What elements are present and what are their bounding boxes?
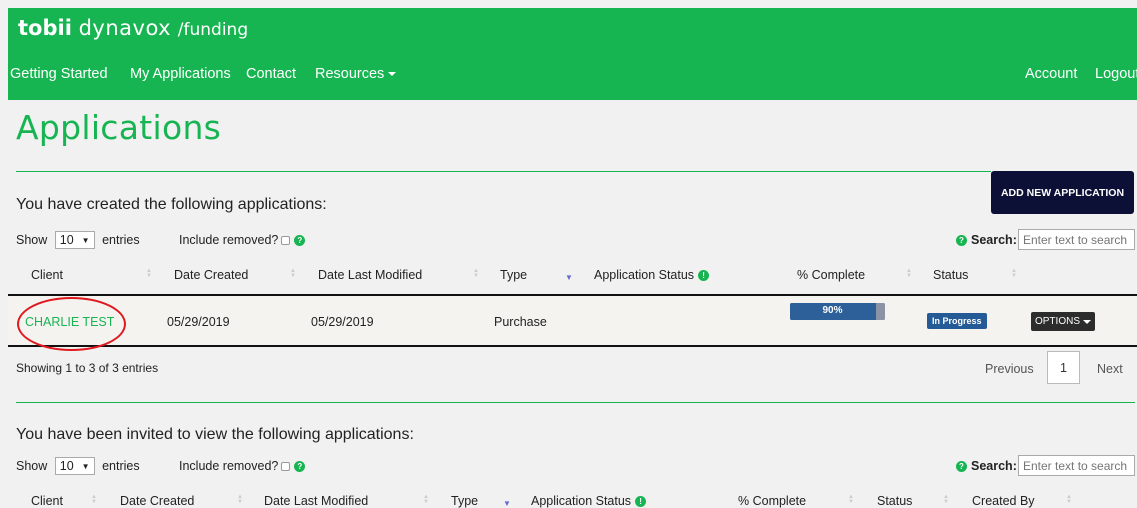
help-icon[interactable]: ? xyxy=(294,461,306,473)
sort-icon: ▲ ▼ xyxy=(423,494,429,505)
sort-icon: ▲ ▼ xyxy=(290,268,296,279)
brand-logo[interactable]: tobii dynavox /funding xyxy=(18,16,248,40)
sort-icon: ▲ ▼ xyxy=(237,494,243,505)
options-label: OPTIONS xyxy=(1034,316,1080,327)
help-icon[interactable]: ? xyxy=(956,235,967,247)
help-icon[interactable]: ? xyxy=(956,461,967,473)
show-label: Show xyxy=(16,233,48,247)
col-application-status-label: Application Status xyxy=(531,494,632,508)
include-removed-checkbox[interactable] xyxy=(281,462,291,472)
nav-resources[interactable]: Resources xyxy=(315,66,397,82)
nav-account[interactable]: Account xyxy=(1025,66,1077,82)
brand-bold: tobii xyxy=(18,16,72,40)
created-search-label: ? Search: xyxy=(956,233,1017,247)
sort-desc-icon: ▼ xyxy=(565,273,573,282)
col-client[interactable]: Client xyxy=(31,494,63,508)
pager-previous[interactable]: Previous xyxy=(985,362,1034,376)
sort-icon: ▲ ▼ xyxy=(1066,494,1072,505)
progress-label: 90% xyxy=(822,305,843,316)
sort-icon: ▲ ▼ xyxy=(1011,268,1017,279)
sort-icon: ▲ ▼ xyxy=(906,268,912,279)
status-badge: In Progress xyxy=(927,313,987,329)
col-application-status-label: Application Status xyxy=(594,268,695,282)
nav-my-applications[interactable]: My Applications xyxy=(130,66,231,82)
invited-include-removed: Include removed?? xyxy=(179,459,306,473)
section-divider xyxy=(16,402,1135,403)
row-date-modified: 05/29/2019 xyxy=(311,315,374,329)
col-application-status[interactable]: Application Status! xyxy=(594,268,710,282)
entries-select[interactable]: 10 ▼ xyxy=(54,457,95,475)
progress-bar: 90% xyxy=(790,303,885,320)
options-button[interactable]: OPTIONS xyxy=(1031,312,1095,331)
col-type[interactable]: Type xyxy=(500,268,527,282)
col-application-status[interactable]: Application Status! xyxy=(531,494,647,508)
select-arrow-icon: ▼ xyxy=(81,236,90,246)
nav-logout[interactable]: Logout xyxy=(1095,66,1137,82)
search-label: Search: xyxy=(971,459,1017,473)
pager-page-1[interactable]: 1 xyxy=(1047,351,1080,384)
col-date-created[interactable]: Date Created xyxy=(120,494,194,508)
page-title: Applications xyxy=(16,108,222,147)
col-percent-complete[interactable]: % Complete xyxy=(797,268,865,282)
info-icon[interactable]: ! xyxy=(698,270,710,282)
brand-suffix: /funding xyxy=(177,20,249,40)
col-percent-complete[interactable]: % Complete xyxy=(738,494,806,508)
col-created-by[interactable]: Created By xyxy=(972,494,1035,508)
sort-icon: ▲ ▼ xyxy=(91,494,97,505)
help-icon[interactable]: ? xyxy=(294,235,306,247)
entries-select[interactable]: 10 ▼ xyxy=(54,231,95,249)
col-date-modified[interactable]: Date Last Modified xyxy=(264,494,368,508)
site-header: tobii dynavox /funding Getting Started M… xyxy=(8,8,1137,100)
nav-contact[interactable]: Contact xyxy=(246,66,296,82)
sort-icon: ▲ ▼ xyxy=(146,268,152,279)
invited-search-label: ? Search: xyxy=(956,459,1017,473)
created-section-title: You have created the following applicati… xyxy=(16,196,327,213)
chevron-down-icon xyxy=(1083,319,1091,324)
sort-icon: ▲ ▼ xyxy=(473,268,479,279)
sort-icon: ▲ ▼ xyxy=(848,494,854,505)
col-status[interactable]: Status xyxy=(933,268,968,282)
col-date-modified[interactable]: Date Last Modified xyxy=(318,268,422,282)
brand-regular: dynavox xyxy=(78,16,172,40)
show-label: Show xyxy=(16,459,48,473)
row-date-created: 05/29/2019 xyxy=(167,315,230,329)
invited-search-input[interactable] xyxy=(1018,455,1135,476)
progress-remaining xyxy=(875,303,885,320)
sort-icon: ▲ ▼ xyxy=(943,494,949,505)
highlight-annotation xyxy=(17,297,126,351)
select-arrow-icon: ▼ xyxy=(81,462,90,472)
table-info: Showing 1 to 3 of 3 entries xyxy=(16,361,159,375)
info-icon[interactable]: ! xyxy=(635,496,647,508)
title-divider xyxy=(16,171,991,172)
nav-getting-started[interactable]: Getting Started xyxy=(10,66,108,82)
col-type[interactable]: Type xyxy=(451,494,478,508)
invited-length-control: Show 10 ▼ entries xyxy=(16,457,140,475)
row-type: Purchase xyxy=(494,315,547,329)
add-new-application-button[interactable]: ADD NEW APPLICATION xyxy=(991,171,1134,214)
entries-label: entries xyxy=(102,459,140,473)
entries-value: 10 xyxy=(59,233,74,247)
entries-label: entries xyxy=(102,233,140,247)
created-search-input[interactable] xyxy=(1018,229,1135,250)
include-removed-label: Include removed? xyxy=(179,233,279,247)
col-client[interactable]: Client xyxy=(31,268,63,282)
col-status[interactable]: Status xyxy=(877,494,912,508)
include-removed-label: Include removed? xyxy=(179,459,279,473)
sort-desc-icon: ▼ xyxy=(503,499,511,508)
created-include-removed: Include removed?? xyxy=(179,233,306,247)
search-label: Search: xyxy=(971,233,1017,247)
pager-next[interactable]: Next xyxy=(1097,362,1123,376)
invited-section-title: You have been invited to view the follow… xyxy=(16,426,414,443)
include-removed-checkbox[interactable] xyxy=(281,236,291,246)
col-date-created[interactable]: Date Created xyxy=(174,268,248,282)
nav-resources-label: Resources xyxy=(315,66,385,82)
chevron-down-icon xyxy=(388,72,397,77)
entries-value: 10 xyxy=(59,459,74,473)
created-length-control: Show 10 ▼ entries xyxy=(16,231,140,249)
